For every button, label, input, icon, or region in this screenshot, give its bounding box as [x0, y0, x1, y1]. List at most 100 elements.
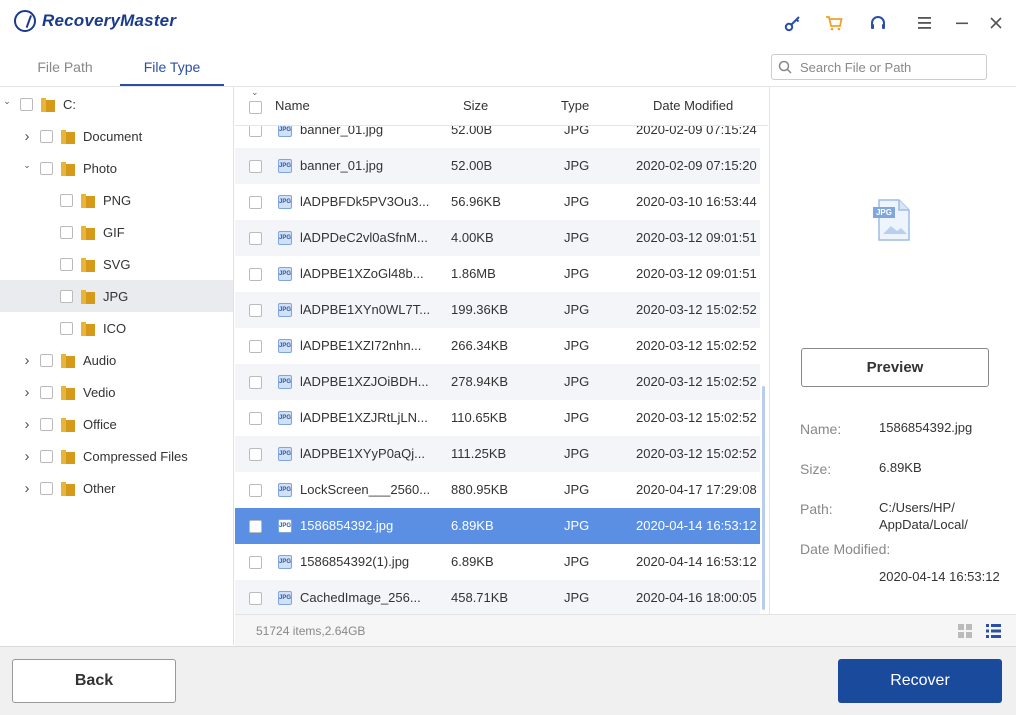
row-checkbox[interactable] — [249, 592, 262, 605]
chevron-right-icon[interactable]: › — [22, 128, 32, 145]
table-row[interactable]: JPG lADPBFDk5PV3Ou3... 56.96KB JPG 2020-03-1… — [235, 184, 760, 220]
chevron-right-icon[interactable]: › — [22, 416, 32, 433]
chevron-right-icon[interactable]: › — [22, 448, 32, 465]
list-scrollbar[interactable] — [762, 386, 765, 610]
column-header-size[interactable]: Size — [463, 98, 488, 113]
key-icon[interactable] — [782, 12, 804, 34]
row-checkbox[interactable] — [249, 196, 262, 209]
tree-node-checkbox[interactable] — [60, 289, 73, 303]
folder-icon — [61, 129, 75, 144]
table-row[interactable]: JPG 1586854392.jpg 6.89KB JPG 2020-04-14 16:… — [235, 508, 760, 544]
tree-node-checkbox[interactable] — [40, 129, 53, 143]
file-date: 2020-03-10 16:53:44 — [636, 194, 757, 209]
tree-node-checkbox[interactable] — [40, 353, 53, 367]
tree-node-checkbox[interactable] — [60, 321, 73, 335]
table-row[interactable]: JPG lADPBE1XZI72nhn... 266.34KB JPG 2020-03-… — [235, 328, 760, 364]
chevron-right-icon[interactable]: › — [22, 384, 32, 401]
tree-node-checkbox[interactable] — [60, 257, 73, 271]
column-header-date[interactable]: Date Modified — [653, 98, 733, 113]
folder-icon — [61, 161, 75, 176]
folder-icon — [61, 449, 75, 464]
row-checkbox[interactable] — [249, 448, 262, 461]
chevron-down-icon[interactable]: ⌄ — [2, 96, 12, 107]
tree-node[interactable]: › Office — [0, 408, 233, 440]
back-button[interactable]: Back — [12, 659, 176, 703]
column-header-name[interactable]: Name — [275, 98, 310, 113]
file-type: JPG — [564, 482, 590, 497]
table-row[interactable]: JPG lADPDeC2vl0aSfnM... 4.00KB JPG 2020-03-1… — [235, 220, 760, 256]
row-checkbox[interactable] — [249, 232, 262, 245]
detail-size-value: 6.89KB — [879, 460, 922, 475]
row-checkbox[interactable] — [249, 160, 262, 173]
file-size: 1.86MB — [451, 266, 496, 281]
tree-node[interactable]: PNG — [0, 184, 233, 216]
file-size: 278.94KB — [451, 374, 509, 389]
tree-node-checkbox[interactable] — [40, 449, 53, 463]
row-checkbox[interactable] — [249, 304, 262, 317]
tree-node-checkbox[interactable] — [60, 225, 73, 239]
cart-icon[interactable] — [823, 12, 845, 34]
tree-node[interactable]: GIF — [0, 216, 233, 248]
table-row[interactable]: JPG LockScreen___2560... 880.95KB JPG 2020-0… — [235, 472, 760, 508]
row-checkbox[interactable] — [249, 520, 262, 533]
search-input[interactable] — [798, 58, 982, 76]
preview-button[interactable]: Preview — [801, 348, 989, 387]
file-name: LockScreen___2560... — [300, 482, 431, 497]
table-row[interactable]: JPG 1586854392(1).jpg 6.89KB JPG 2020-04-14 … — [235, 544, 760, 580]
tree-node-label: Vedio — [83, 384, 116, 400]
tree-node-checkbox[interactable] — [60, 193, 73, 207]
app-title: RecoveryMaster — [42, 11, 177, 30]
minimize-icon[interactable] — [951, 12, 973, 34]
jpg-file-icon: JPG — [873, 198, 913, 242]
tree-node[interactable]: › Audio — [0, 344, 233, 376]
file-date: 2020-03-12 15:02:52 — [636, 410, 757, 425]
close-icon[interactable] — [985, 12, 1007, 34]
tab-file-type[interactable]: File Type — [120, 46, 224, 86]
chevron-down-icon[interactable]: ⌄ — [22, 160, 32, 171]
list-view-icon[interactable] — [986, 624, 1001, 643]
tree-node[interactable]: ICO — [0, 312, 233, 344]
file-size: 266.34KB — [451, 338, 509, 353]
tree-node[interactable]: SVG — [0, 248, 233, 280]
column-header-type[interactable]: Type — [561, 98, 589, 113]
headset-icon[interactable] — [867, 12, 889, 34]
table-row[interactable]: JPG lADPBE1XZJRtLjLN... 110.65KB JPG 2020-03… — [235, 400, 760, 436]
tree-node[interactable]: ⌄ C: — [0, 88, 233, 120]
tree-node[interactable]: JPG — [0, 280, 233, 312]
tree-node-checkbox[interactable] — [40, 481, 53, 495]
tree-node-checkbox[interactable] — [40, 417, 53, 431]
row-checkbox[interactable] — [249, 556, 262, 569]
chevron-right-icon[interactable]: › — [22, 352, 32, 369]
tree-node[interactable]: ⌄ Photo — [0, 152, 233, 184]
recover-button[interactable]: Recover — [838, 659, 1002, 703]
tree-node-label: Other — [83, 480, 116, 496]
jpg-file-icon: JPG — [278, 267, 292, 281]
search-box[interactable] — [771, 54, 987, 80]
sort-chevron-icon[interactable]: ⌄ — [251, 87, 259, 98]
row-checkbox[interactable] — [249, 484, 262, 497]
tree-node[interactable]: › Compressed Files — [0, 440, 233, 472]
menu-icon[interactable] — [914, 12, 936, 34]
grid-view-icon[interactable] — [958, 624, 972, 643]
tree-node[interactable]: › Other — [0, 472, 233, 504]
select-all-checkbox[interactable] — [249, 101, 262, 114]
row-checkbox[interactable] — [249, 412, 262, 425]
tree-node[interactable]: › Document — [0, 120, 233, 152]
chevron-right-icon[interactable]: › — [22, 480, 32, 497]
row-checkbox[interactable] — [249, 376, 262, 389]
logo-icon — [14, 10, 36, 32]
tab-file-path[interactable]: File Path — [10, 46, 120, 86]
table-row[interactable]: JPG CachedImage_256... 458.71KB JPG 2020-04-… — [235, 580, 760, 614]
row-checkbox[interactable] — [249, 268, 262, 281]
table-row[interactable]: JPG banner_01.jpg 52.00B JPG 2020-02-09 07:1… — [235, 148, 760, 184]
table-row[interactable]: JPG lADPBE1XZoGl48b... 1.86MB JPG 2020-03-12… — [235, 256, 760, 292]
tree-node[interactable]: › Vedio — [0, 376, 233, 408]
tree-node-checkbox[interactable] — [40, 161, 53, 175]
table-row[interactable]: JPG lADPBE1XYn0WL7T... 199.36KB JPG 2020-03-… — [235, 292, 760, 328]
table-row[interactable]: JPG lADPBE1XZJOiBDH... 278.94KB JPG 2020-03-… — [235, 364, 760, 400]
table-row[interactable]: JPG lADPBE1XYyP0aQj... 111.25KB JPG 2020-03-… — [235, 436, 760, 472]
tree-node-checkbox[interactable] — [40, 385, 53, 399]
row-checkbox[interactable] — [249, 340, 262, 353]
tree-node-checkbox[interactable] — [20, 97, 33, 111]
jpg-file-icon: JPG — [278, 375, 292, 389]
